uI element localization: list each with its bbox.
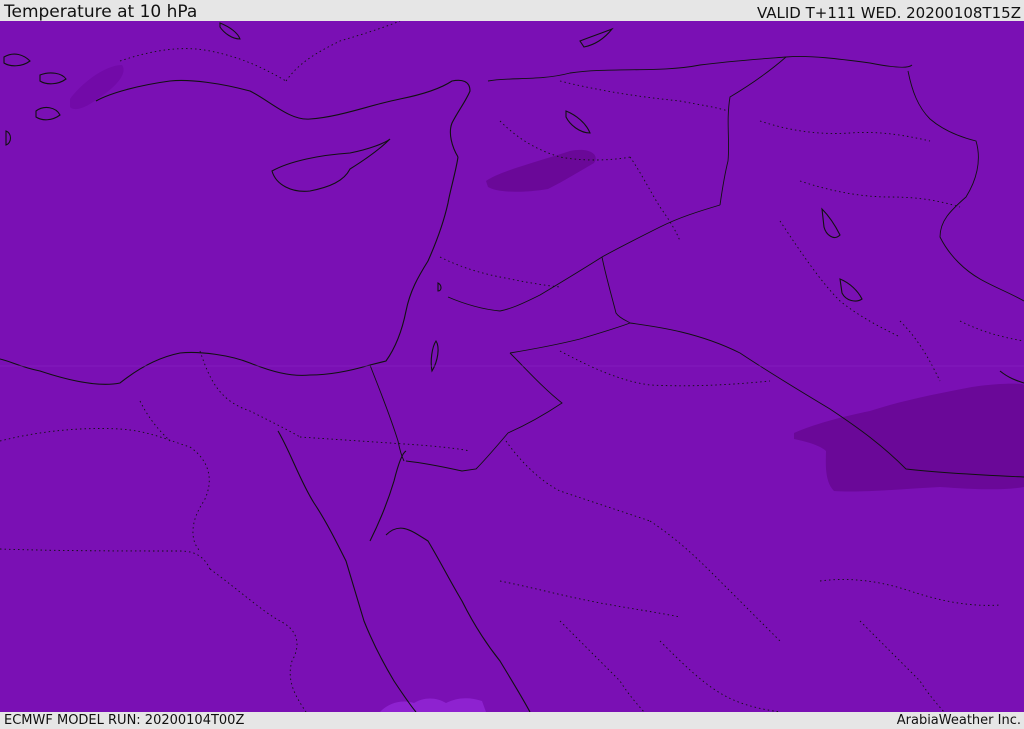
map-title: Temperature at 10 hPa (4, 2, 198, 22)
temperature-field (0, 21, 1024, 712)
footer-bar: ECMWF MODEL RUN: 20200104T00Z ArabiaWeat… (0, 712, 1024, 729)
header-bar: Temperature at 10 hPa VALID T+111 WED. 2… (0, 0, 1024, 21)
credit-label: ArabiaWeather Inc. (896, 713, 1021, 728)
map-panel[interactable] (0, 21, 1024, 712)
map-canvas (0, 21, 1024, 712)
valid-time: VALID T+111 WED. 20200108T15Z (756, 4, 1021, 22)
model-run-label: ECMWF MODEL RUN: 20200104T00Z (4, 713, 245, 728)
